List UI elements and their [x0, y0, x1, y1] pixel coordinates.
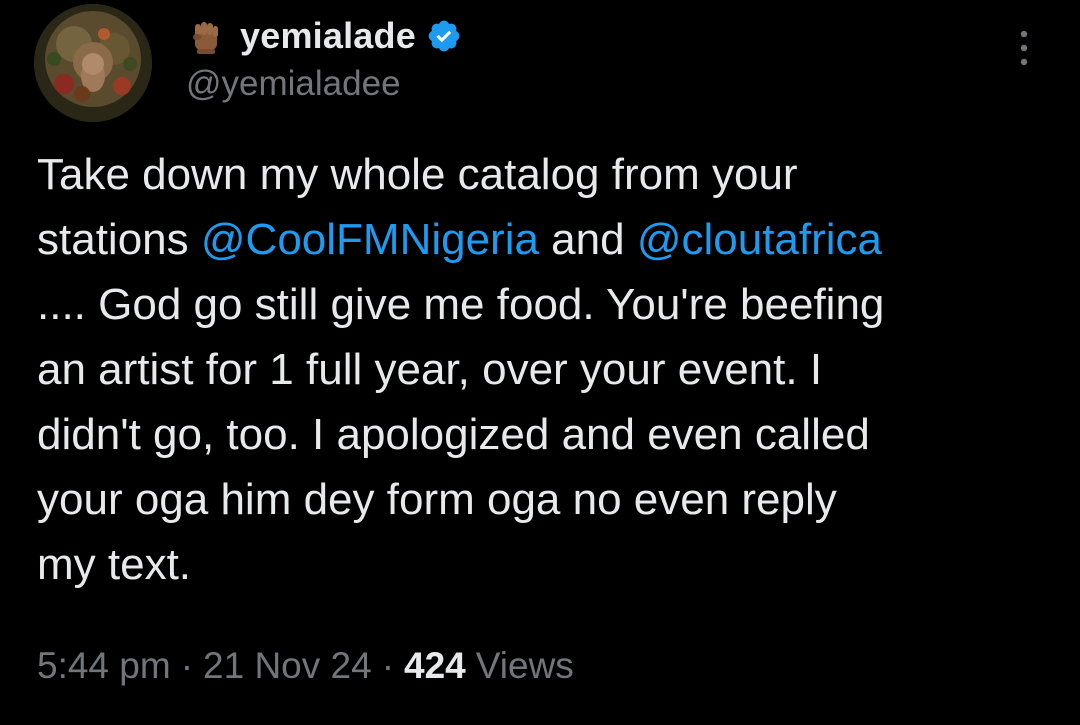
display-name[interactable]: yemialade: [240, 15, 416, 57]
tweet-text-line: your oga him dey form oga no even reply: [37, 467, 1057, 532]
author-handle[interactable]: @yemialadee: [186, 64, 401, 104]
tweet-text-line: Take down my whole catalog from your: [37, 142, 1057, 207]
tweet-text-line: didn't go, too. I apologized and even ca…: [37, 402, 1057, 467]
separator: ·: [381, 645, 395, 686]
mention-link[interactable]: @cloutafrica: [637, 215, 882, 264]
views-label: Views: [475, 645, 574, 686]
avatar[interactable]: [34, 4, 152, 122]
tweet-text-segment: an artist for 1 full year, over your eve…: [37, 345, 823, 394]
tweet-text-segment: stations: [37, 215, 201, 264]
tweet-text-segment: .... God go still give me food. You're b…: [37, 280, 885, 329]
tweet-text-segment: didn't go, too. I apologized and even ca…: [37, 410, 870, 459]
tweet-text-line: stations @CoolFMNigeria and @cloutafrica: [37, 207, 1057, 272]
tweet-text-line: my text.: [37, 532, 1057, 597]
tweet-text-segment: and: [538, 215, 637, 264]
tweet-date[interactable]: 21 Nov 24: [203, 645, 372, 687]
raised-fist-icon: [186, 16, 226, 56]
tweet-text-segment: your oga him dey form oga no even reply: [37, 475, 837, 524]
separator: ·: [180, 645, 194, 686]
mention-link[interactable]: @CoolFMNigeria: [201, 215, 539, 264]
tweet-text-line: .... God go still give me food. You're b…: [37, 272, 1057, 337]
verified-badge-icon: [426, 18, 462, 54]
more-options-icon[interactable]: [1004, 26, 1044, 70]
views-count[interactable]: 424: [404, 645, 466, 687]
author-name-row[interactable]: yemialade: [186, 12, 462, 60]
tweet-text-segment: my text.: [37, 540, 192, 589]
tweet-text-segment: Take down my whole catalog from your: [37, 150, 798, 199]
tweet-text-line: an artist for 1 full year, over your eve…: [37, 337, 1057, 402]
tweet-metadata: 5:44 pm · 21 Nov 24 · 424 Views: [37, 645, 574, 687]
tweet-text: Take down my whole catalog from your stat…: [37, 142, 1057, 597]
tweet-time[interactable]: 5:44 pm: [37, 645, 171, 687]
tweet-card: yemialade @yemialadee Take down my whole…: [0, 0, 1080, 725]
